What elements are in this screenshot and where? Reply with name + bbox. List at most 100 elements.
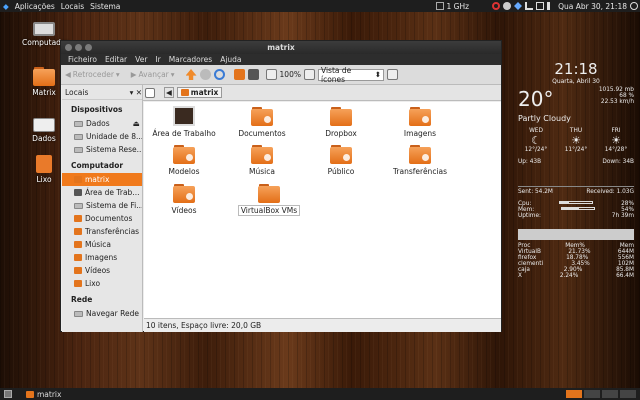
section-rede: Rede [71, 295, 93, 304]
menu-locais[interactable]: Locais [58, 2, 87, 11]
net-up: Up: 43B [518, 159, 542, 165]
status-bar: 10 itens, Espaço livre: 20,0 GB [144, 318, 501, 332]
sidebar-item-navegar-rede[interactable]: Navegar Rede [62, 307, 142, 320]
power-icon[interactable] [630, 2, 638, 10]
drive-icon [74, 202, 83, 209]
mail-icon[interactable] [536, 2, 545, 10]
search-icon[interactable] [386, 69, 398, 80]
computer-icon[interactable] [247, 69, 259, 80]
maximize-window-button[interactable] [85, 44, 92, 51]
workspace-1[interactable] [566, 390, 582, 398]
file-item[interactable]: Área de Trabalho [144, 106, 224, 138]
downloads-folder-icon [409, 144, 431, 164]
path-button-matrix[interactable]: matrix [176, 87, 223, 98]
back-button[interactable]: ◀ Retroceder ▾ [65, 68, 120, 82]
dropbox-icon[interactable] [514, 2, 523, 10]
file-view: Área de Trabalho Documentos Dropbox Imag… [144, 102, 501, 318]
sun-icon: ☀ [611, 134, 621, 147]
up-arrow-icon[interactable] [185, 69, 197, 80]
folder-icon [74, 228, 82, 235]
file-item[interactable]: Música [222, 144, 302, 176]
cpu-frequency[interactable]: 1 GHz [447, 2, 470, 11]
menu-editar[interactable]: Editar [101, 55, 131, 64]
file-item[interactable]: Documentos [222, 106, 302, 138]
cpu-freq-icon[interactable] [435, 2, 444, 10]
sidebar-item-unidade[interactable]: Unidade de 8... [62, 130, 142, 143]
computer-icon [33, 22, 55, 36]
cpu-graph [518, 222, 634, 240]
sidebar-item-musica[interactable]: Música [62, 238, 142, 251]
menu-sistema[interactable]: Sistema [87, 2, 123, 11]
path-left-icon[interactable]: ◀ [164, 87, 174, 98]
file-item[interactable]: Imagens [380, 106, 460, 138]
sidebar-item-area-de-trabalho[interactable]: Área de Trab... [62, 186, 142, 199]
top-panel: ◆ Aplicações Locais Sistema 1 GHz Qua Ab… [0, 0, 640, 12]
drive-icon [33, 118, 55, 132]
file-item[interactable]: Dropbox [301, 106, 381, 138]
sidebar-item-imagens[interactable]: Imagens [62, 251, 142, 264]
menu-bar: Ficheiro Editar Ver Ir Marcadores Ajuda [61, 54, 501, 65]
show-desktop-icon[interactable] [4, 390, 12, 398]
window-titlebar[interactable]: matrix [61, 41, 501, 54]
menu-aplicacoes[interactable]: Aplicações [12, 2, 58, 11]
home-folder-icon [74, 176, 82, 183]
forecast-fri: FRI ☀ 14°/28° [598, 128, 634, 153]
drive-icon [74, 120, 83, 127]
workspace-2[interactable] [584, 390, 600, 398]
distro-logo-icon[interactable]: ◆ [0, 2, 12, 11]
zoom-in-icon[interactable] [303, 69, 315, 80]
reload-icon[interactable] [213, 69, 225, 80]
net-sent: Sent: 54.2M [518, 189, 553, 195]
system-tray: 1 GHz Qua Abr 30, 21:18 [435, 0, 638, 12]
menu-ir[interactable]: Ir [151, 55, 164, 64]
file-item[interactable]: Público [301, 144, 381, 176]
window-title: matrix [267, 43, 295, 52]
sidebar-item-documentos[interactable]: Documentos [62, 212, 142, 225]
file-item[interactable]: Vídeos [144, 183, 224, 215]
toolbar: ◀ Retroceder ▾ ▶ Avançar ▾ 100% Vista de íco… [61, 65, 501, 85]
zoom-out-icon[interactable] [265, 69, 277, 80]
menu-marcadores[interactable]: Marcadores [165, 55, 217, 64]
sidebar-dropdown-icon[interactable]: ▾ ✕ [130, 88, 142, 97]
close-window-button[interactable] [65, 44, 72, 51]
view-mode-select[interactable]: Vista de ícones ⬍ [317, 66, 384, 84]
minimize-window-button[interactable] [75, 44, 82, 51]
workspace-3[interactable] [602, 390, 618, 398]
conky-temperature: 20° [518, 87, 554, 111]
weather-icon[interactable] [503, 2, 512, 10]
stop-icon[interactable] [199, 69, 211, 80]
sidebar-item-videos[interactable]: Vídeos [62, 264, 142, 277]
moon-icon: ☾ [531, 134, 541, 147]
clock[interactable]: Qua Abr 30, 21:18 [558, 2, 627, 11]
file-item[interactable]: Modelos [144, 144, 224, 176]
folder-icon [258, 183, 280, 203]
folder-icon [26, 390, 34, 398]
menu-ajuda[interactable]: Ajuda [216, 55, 245, 64]
workspace-4[interactable] [620, 390, 636, 398]
home-icon[interactable] [233, 69, 245, 80]
volume-icon[interactable] [547, 2, 555, 10]
location-bar: ◀ matrix [143, 85, 501, 101]
forward-button[interactable]: ▶ Avançar ▾ [131, 68, 175, 82]
sidebar-item-sistema-reservado[interactable]: Sistema Rese... [62, 143, 142, 156]
trash-icon [36, 155, 52, 173]
edit-location-icon[interactable] [145, 87, 155, 98]
no-entry-icon[interactable] [492, 2, 501, 10]
workspace-switcher[interactable] [566, 390, 636, 398]
file-item[interactable]: Transferências [380, 144, 460, 176]
section-computador: Computador [71, 161, 124, 170]
network-icon[interactable] [525, 2, 534, 10]
sidebar-item-dados[interactable]: Dados ⏏ [62, 117, 142, 130]
menu-ver[interactable]: Ver [131, 55, 151, 64]
sidebar-header[interactable]: Locais ▾ ✕ [62, 85, 142, 100]
menu-ficheiro[interactable]: Ficheiro [64, 55, 101, 64]
file-item[interactable]: VirtualBox VMs [222, 183, 316, 216]
sidebar-item-lixo[interactable]: Lixo [62, 277, 142, 290]
forecast-wed: WED ☾ 12°/24° [518, 128, 554, 153]
sun-icon: ☀ [571, 134, 581, 147]
sidebar-item-transferencias[interactable]: Transferências [62, 225, 142, 238]
taskbar-item-matrix[interactable]: matrix [26, 390, 61, 399]
sidebar-item-matrix[interactable]: matrix [62, 173, 142, 186]
sidebar-item-sistema-de-ficheiros[interactable]: Sistema de Fi... [62, 199, 142, 212]
eject-icon[interactable]: ⏏ [133, 119, 140, 128]
